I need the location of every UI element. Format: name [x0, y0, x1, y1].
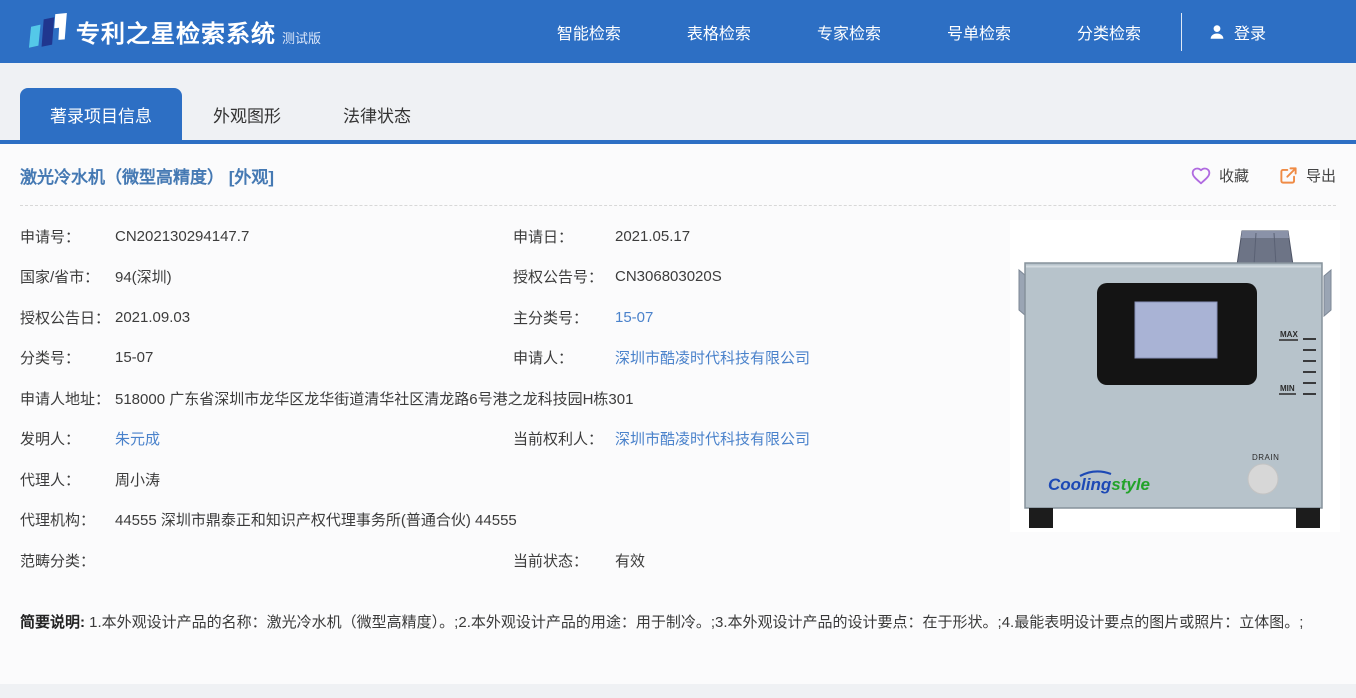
nav-item-class-search[interactable]: 分类检索: [1077, 20, 1141, 44]
field-value-grant-date: 2021.09.03: [115, 309, 190, 326]
field-row: 分类号： 15-07 申请人： 深圳市酷凌时代科技有限公司: [20, 338, 990, 379]
brand-name: 专利之星检索系统: [76, 14, 276, 49]
tab-bibliographic-info[interactable]: 著录项目信息: [20, 88, 182, 140]
field-row: 申请人地址： 518000 广东省深圳市龙华区龙华街道清华社区清龙路6号港之龙科…: [20, 378, 990, 419]
tab-bar: 著录项目信息 外观图形 法律状态: [0, 63, 1356, 144]
tab-legal-status[interactable]: 法律状态: [312, 88, 442, 140]
nav-divider: [1181, 13, 1182, 51]
logo-cooling-text: Cooling: [1048, 475, 1112, 494]
export-button[interactable]: 导出: [1279, 165, 1336, 186]
field-label-application-number: 申请号：: [20, 226, 115, 247]
field-label-grant-number: 授权公告号：: [513, 266, 615, 287]
main-nav: 智能检索 表格检索 专家检索 号单检索 分类检索 登录: [491, 13, 1266, 51]
patent-star-logo-icon: [28, 12, 72, 52]
page-title: 激光冷水机（微型高精度） [外观]: [20, 163, 274, 188]
content-panel: 激光冷水机（微型高精度） [外观] 收藏 导出 申请号： C: [0, 144, 1356, 684]
field-label-current-assignee: 当前权利人：: [513, 428, 615, 449]
field-row: 授权公告日： 2021.09.03 主分类号： 15-07: [20, 297, 990, 338]
field-value-applicant-link[interactable]: 深圳市酷凌时代科技有限公司: [615, 347, 810, 368]
brief-text: 1.本外观设计产品的名称：激光冷水机（微型高精度）。;2.本外观设计产品的用途：…: [89, 614, 1303, 631]
nav-item-number-search[interactable]: 号单检索: [947, 20, 1011, 44]
heart-icon: [1191, 166, 1211, 186]
field-value-application-number: CN202130294147.7: [115, 228, 249, 245]
logo-style-text: style: [1111, 475, 1150, 494]
field-label-category: 范畴分类：: [20, 550, 115, 571]
title-row: 激光冷水机（微型高精度） [外观] 收藏 导出: [20, 144, 1336, 206]
field-value-agency: 44555 深圳市鼎泰正和知识产权代理事务所(普通合伙) 44555: [115, 509, 517, 530]
favorite-button[interactable]: 收藏: [1191, 165, 1249, 186]
field-label-grant-date: 授权公告日：: [20, 307, 115, 328]
field-label-current-status: 当前状态：: [513, 550, 615, 571]
field-row: 代理机构： 44555 深圳市鼎泰正和知识产权代理事务所(普通合伙) 44555: [20, 500, 990, 541]
field-label-country-province: 国家/省市：: [20, 266, 115, 287]
brief-label: 简要说明:: [20, 614, 85, 631]
field-row: 发明人： 朱元成 当前权利人： 深圳市酷凌时代科技有限公司: [20, 419, 990, 460]
field-label-applicant-address: 申请人地址：: [20, 388, 115, 409]
field-list: 申请号： CN202130294147.7 申请日： 2021.05.17 国家…: [0, 206, 1010, 581]
tab-design-figures[interactable]: 外观图形: [182, 88, 312, 140]
field-label-main-class: 主分类号：: [513, 307, 615, 328]
login-label: 登录: [1234, 20, 1266, 44]
field-value-main-class-link[interactable]: 15-07: [615, 309, 653, 326]
brief-description: 简要说明: 1.本外观设计产品的名称：激光冷水机（微型高精度）。;2.本外观设计…: [20, 607, 1336, 638]
field-label-application-date: 申请日：: [513, 226, 615, 247]
field-value-agent: 周小涛: [115, 469, 160, 490]
favorite-label: 收藏: [1219, 165, 1249, 186]
field-value-grant-number: CN306803020S: [615, 268, 722, 285]
field-label-applicant: 申请人：: [513, 347, 615, 368]
login-button[interactable]: 登录: [1208, 20, 1266, 44]
nav-item-table-search[interactable]: 表格检索: [687, 20, 751, 44]
user-icon: [1208, 23, 1226, 41]
gauge-min-label: MIN: [1280, 384, 1295, 393]
field-label-agency: 代理机构：: [20, 509, 115, 530]
title-actions: 收藏 导出: [1161, 165, 1336, 186]
field-value-applicant-address: 518000 广东省深圳市龙华区龙华街道清华社区清龙路6号港之龙科技园H栋301: [115, 388, 633, 409]
field-value-current-assignee-link[interactable]: 深圳市酷凌时代科技有限公司: [615, 428, 810, 449]
top-header: 专利之星检索系统 测试版 智能检索 表格检索 专家检索 号单检索 分类检索 登录: [0, 0, 1356, 63]
field-row: 代理人： 周小涛: [20, 459, 990, 500]
field-label-class-number: 分类号：: [20, 347, 115, 368]
brand[interactable]: 专利之星检索系统 测试版: [28, 12, 321, 52]
gauge-max-label: MAX: [1280, 330, 1298, 339]
brand-badge: 测试版: [282, 28, 321, 52]
nav-item-expert-search[interactable]: 专家检索: [817, 20, 881, 44]
patent-drawing-image: MAX MIN DRAIN Coolingstyle: [1010, 220, 1340, 532]
field-label-inventor: 发明人：: [20, 428, 115, 449]
coolingstyle-logo: Coolingstyle: [1048, 475, 1150, 494]
field-row: 申请号： CN202130294147.7 申请日： 2021.05.17: [20, 216, 990, 257]
nav-item-smart-search[interactable]: 智能检索: [557, 20, 621, 44]
field-value-inventor-link[interactable]: 朱元成: [115, 428, 160, 449]
export-icon: [1279, 166, 1298, 185]
drain-label: DRAIN: [1252, 453, 1279, 462]
field-value-country-province: 94(深圳): [115, 266, 172, 287]
field-value-application-date: 2021.05.17: [615, 228, 690, 245]
field-row: 范畴分类： 当前状态： 有效: [20, 540, 990, 581]
field-value-current-status: 有效: [615, 550, 645, 571]
field-label-agent: 代理人：: [20, 469, 115, 490]
field-value-class-number: 15-07: [115, 349, 153, 366]
export-label: 导出: [1306, 165, 1336, 186]
field-row: 国家/省市： 94(深圳) 授权公告号： CN306803020S: [20, 257, 990, 298]
